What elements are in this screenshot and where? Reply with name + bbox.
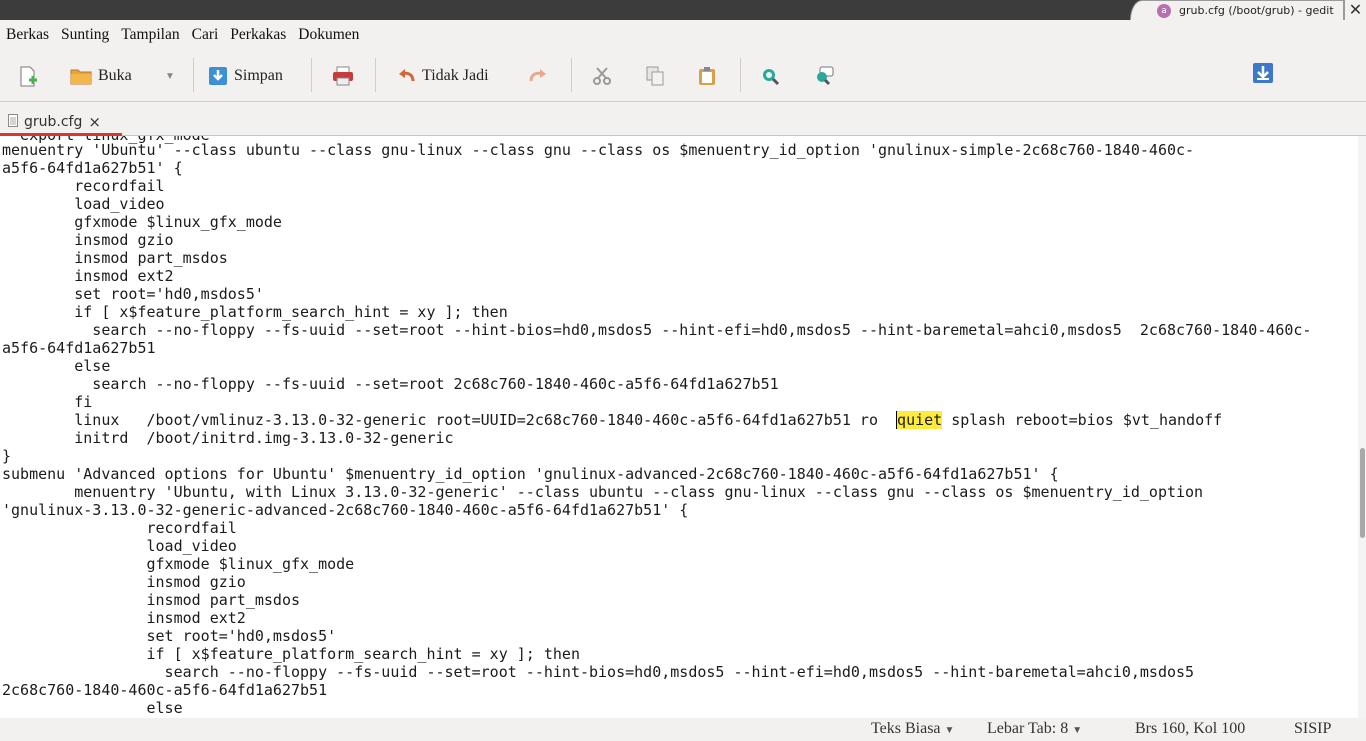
text-editor[interactable]: export linux_gfx_mode menuentry 'Ubuntu'… [0,136,1358,718]
code-line[interactable]: fi [2,393,1311,411]
redo-button[interactable] [528,63,548,89]
document-tab-bar: grub.cfg × [0,102,1366,136]
code-line[interactable]: if [ x$feature_platform_search_hint = xy… [2,645,1311,663]
tab-label: grub.cfg [24,114,83,130]
save-button[interactable]: Simpan [208,63,283,89]
chevron-down-icon: ▼ [1072,725,1083,736]
code-line[interactable]: a5f6-64fd1a627b51' { [2,159,1311,177]
language-label: Teks Biasa [871,720,941,737]
tab-close-icon[interactable]: × [88,113,101,131]
code-line[interactable]: linux /boot/vmlinuz-3.13.0-32-generic ro… [2,411,1311,429]
code-line[interactable]: 2c68c760-1840-460c-a5f6-64fd1a627b51 [2,681,1311,699]
copy-button[interactable] [645,63,665,89]
cursor-position: Brs 160, Kol 100 [1135,720,1246,737]
code-line[interactable]: 'gnulinux-3.13.0-32-generic-advanced-2c6… [2,501,1311,519]
code-line[interactable]: menuentry 'Ubuntu' --class ubuntu --clas… [2,141,1311,159]
language-selector[interactable]: Teks Biasa ▼ [871,720,954,738]
find-icon [760,66,780,86]
toolbar-separator [571,58,572,92]
open-folder-icon [70,66,92,86]
code-line[interactable]: set root='hd0,msdos5' [2,627,1311,645]
code-line[interactable]: insmod ext2 [2,609,1311,627]
menu-cari[interactable]: Cari [192,26,219,44]
menu-berkas[interactable]: Berkas [6,26,49,44]
paste-icon [697,66,717,86]
code-line[interactable]: search --no-floppy --fs-uuid --set=root … [2,321,1311,339]
copy-icon [645,66,665,86]
menu-sunting[interactable]: Sunting [61,26,109,44]
code-line[interactable]: recordfail [2,177,1311,195]
toolbar-separator [311,58,312,92]
dropdown-icon: ▼ [165,70,175,82]
code-line[interactable]: initrd /boot/initrd.img-3.13.0-32-generi… [2,429,1311,447]
code-line[interactable]: insmod gzio [2,573,1311,591]
code-content[interactable]: menuentry 'Ubuntu' --class ubuntu --clas… [2,141,1311,717]
code-line[interactable]: load_video [2,537,1311,555]
search-highlight: quiet [896,411,943,429]
replace-icon [814,66,834,86]
code-line[interactable]: insmod gzio [2,231,1311,249]
undo-icon [398,66,416,86]
menu-bar: Berkas Sunting Tampilan Cari Perkakas Do… [0,20,1366,49]
save-label: Simpan [234,67,283,84]
redo-icon [528,66,548,86]
find-button[interactable] [760,63,780,89]
insert-mode: SISIP [1294,720,1332,737]
cut-icon [592,66,612,86]
code-line[interactable]: gfxmode $linux_gfx_mode [2,555,1311,573]
toolbar-separator [375,58,376,92]
undo-button[interactable]: Tidak Jadi [398,63,489,89]
text-file-icon [8,113,18,131]
save-icon [208,66,228,86]
code-line[interactable]: submenu 'Advanced options for Ubuntu' $m… [2,465,1311,483]
code-line[interactable]: insmod ext2 [2,267,1311,285]
cut-button[interactable] [592,63,612,89]
replace-button[interactable] [814,63,834,89]
menu-dokumen[interactable]: Dokumen [298,26,359,44]
new-document-button[interactable] [18,63,38,89]
download-icon [1252,62,1273,83]
window-title: grub.cfg (/boot/grub) - gedit [1179,4,1334,17]
code-line[interactable]: insmod part_msdos [2,249,1311,267]
code-line[interactable]: search --no-floppy --fs-uuid --set=root … [2,663,1311,681]
code-line[interactable]: menuentry 'Ubuntu, with Linux 3.13.0-32-… [2,483,1311,501]
print-button[interactable] [332,63,353,89]
code-line[interactable]: load_video [2,195,1311,213]
open-button[interactable]: Buka [70,63,132,89]
menu-tampilan[interactable]: Tampilan [121,26,179,44]
code-line[interactable]: else [2,357,1311,375]
print-icon [332,66,353,86]
status-bar: Teks Biasa ▼ Lebar Tab: 8 ▼ Brs 160, Kol 1… [0,718,1366,741]
title-strip: a grub.cfg (/boot/grub) - gedit ✕ [0,0,1366,20]
chevron-down-icon: ▼ [944,725,955,736]
vertical-scrollbar[interactable] [1358,136,1366,718]
code-line[interactable]: } [2,447,1311,465]
undo-label: Tidak Jadi [422,67,489,84]
gedit-app-icon: a [1157,3,1171,18]
code-line[interactable]: insmod part_msdos [2,591,1311,609]
code-line[interactable]: if [ x$feature_platform_search_hint = xy… [2,303,1311,321]
tab-grub-cfg[interactable]: grub.cfg × [8,108,101,136]
new-document-icon [18,66,38,87]
open-recent-dropdown[interactable]: ▼ [165,63,175,89]
menu-perkakas[interactable]: Perkakas [230,26,286,44]
tab-width-label: Lebar Tab: 8 [987,720,1069,737]
code-line[interactable]: a5f6-64fd1a627b51 [2,339,1311,357]
toolbar-separator [193,58,194,92]
toolbar: Buka ▼ Simpan Tidak Jadi [0,49,1366,102]
window-title-tab: a grub.cfg (/boot/grub) - gedit [1130,0,1344,20]
download-button[interactable] [1252,59,1273,85]
paste-button[interactable] [697,63,717,89]
scrollbar-thumb[interactable] [1360,448,1365,538]
code-line[interactable]: gfxmode $linux_gfx_mode [2,213,1311,231]
code-line[interactable]: set root='hd0,msdos5' [2,285,1311,303]
tab-width-selector[interactable]: Lebar Tab: 8 ▼ [987,720,1082,738]
code-line[interactable]: recordfail [2,519,1311,537]
window-close-button[interactable]: ✕ [1344,0,1366,20]
toolbar-separator [740,58,741,92]
open-label: Buka [98,67,132,84]
code-line[interactable]: else [2,699,1311,717]
code-line[interactable]: search --no-floppy --fs-uuid --set=root … [2,375,1311,393]
